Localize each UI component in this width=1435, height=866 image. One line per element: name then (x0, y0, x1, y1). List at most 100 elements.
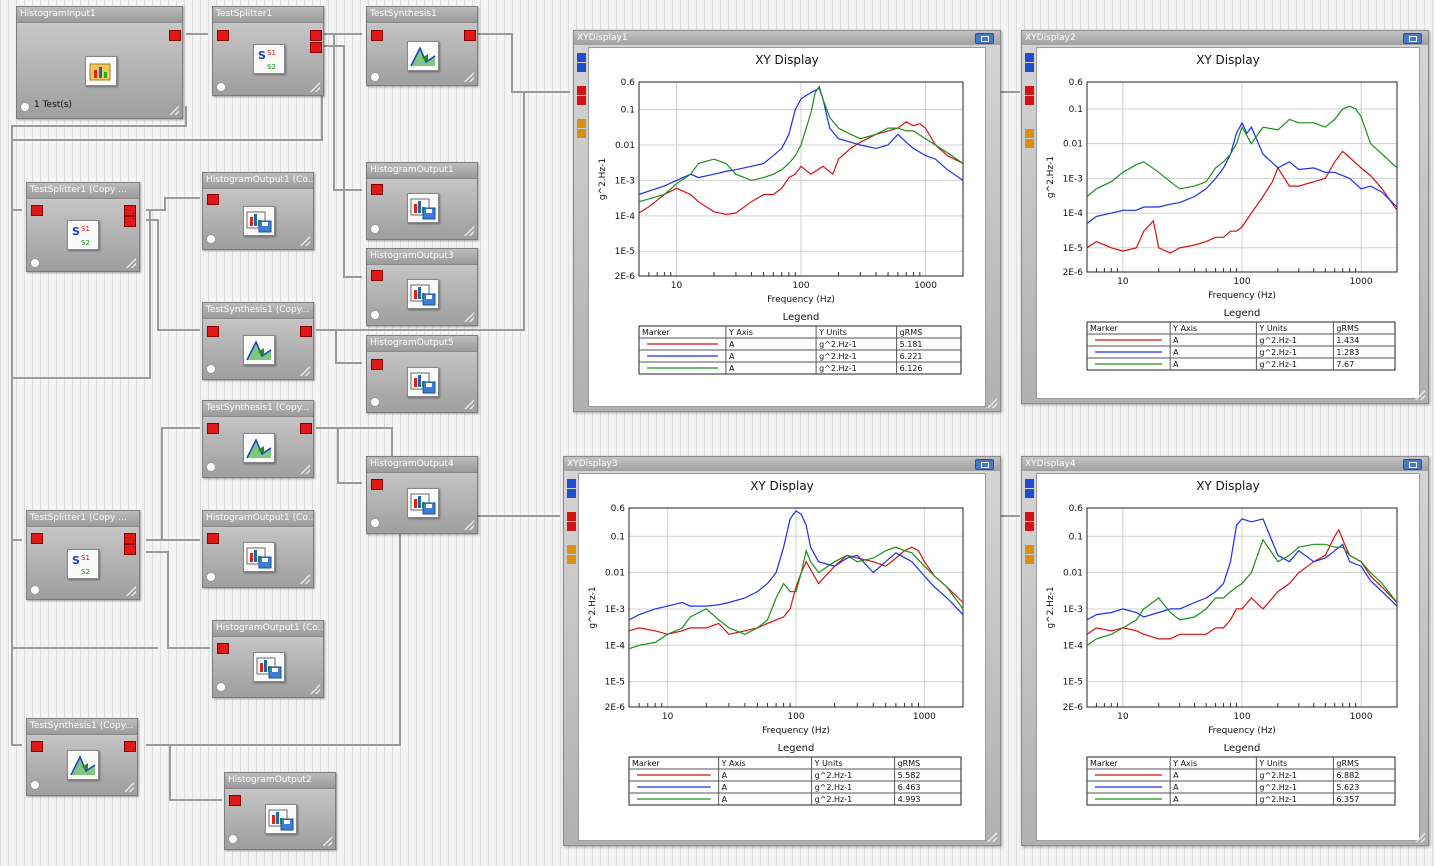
input-port[interactable] (577, 96, 586, 105)
xy-chart[interactable]: XY Display 0.6 0.1 0.01 1E-3 1E-4 1E-5 2E-6 10 10… (579, 474, 985, 840)
input-port[interactable] (207, 423, 219, 434)
node-histogram-output-1-copy-c[interactable]: HistogramOutput1 (Co... (212, 620, 324, 698)
output-port[interactable] (124, 544, 136, 555)
input-port[interactable] (31, 533, 43, 544)
resize-grip[interactable] (464, 312, 474, 322)
node-histogram-output-1-copy-b[interactable]: HistogramOutput1 (Co... (202, 510, 314, 588)
input-port[interactable] (1025, 522, 1034, 531)
input-port[interactable] (1025, 139, 1034, 148)
input-port[interactable] (1025, 53, 1034, 62)
input-port[interactable] (1025, 86, 1034, 95)
xy-plot-area[interactable]: XY Display 0.6 0.1 0.01 1E-3 1E-4 1E-5 2E-6 10 10… (1036, 47, 1420, 399)
resize-grip[interactable] (310, 82, 320, 92)
resize-grip[interactable] (124, 782, 134, 792)
node-test-synthesis-copy-a[interactable]: TestSynthesis1 (Copy... (202, 302, 314, 380)
input-port[interactable] (371, 479, 383, 490)
output-port[interactable] (124, 741, 136, 752)
node-test-synthesis-copy-b[interactable]: TestSynthesis1 (Copy... (202, 400, 314, 478)
node-test-synthesis-copy-c[interactable]: TestSynthesis1 (Copy... (26, 718, 138, 796)
input-port[interactable] (1025, 129, 1034, 138)
output-port[interactable] (464, 30, 476, 41)
xy-display-window[interactable]: XYDisplay2 XY Display 0.6 0.1 0.01 1E-3 1E-4 1… (1021, 30, 1429, 404)
resize-grip[interactable] (464, 226, 474, 236)
input-port[interactable] (1025, 555, 1034, 564)
input-port[interactable] (567, 512, 576, 521)
workflow-canvas[interactable]: HistogramInput1 1 Test(s) TestSplitter1 … (0, 0, 1435, 866)
restore-button[interactable] (1403, 459, 1422, 470)
resize-grip[interactable] (300, 464, 310, 474)
node-histogram-output-1[interactable]: HistogramOutput1 (366, 162, 478, 240)
output-port[interactable] (124, 216, 136, 227)
resize-grip[interactable] (464, 399, 474, 409)
node-histogram-output-2[interactable]: HistogramOutput2 (224, 772, 336, 850)
input-port[interactable] (567, 479, 576, 488)
input-port[interactable] (577, 63, 586, 72)
resize-grip[interactable] (126, 586, 136, 596)
node-histogram-output-3[interactable]: HistogramOutput3 (366, 248, 478, 326)
node-histogram-output-5[interactable]: HistogramOutput5 (366, 335, 478, 413)
input-port[interactable] (371, 184, 383, 195)
xy-chart[interactable]: XY Display 0.6 0.1 0.01 1E-3 1E-4 1E-5 2E-6 10 10… (1037, 48, 1419, 398)
input-port[interactable] (371, 359, 383, 370)
output-port[interactable] (310, 42, 322, 53)
resize-grip[interactable] (300, 574, 310, 584)
input-port[interactable] (207, 533, 219, 544)
node-test-splitter-1[interactable]: TestSplitter1 S S1 S2 (212, 6, 324, 96)
xy-plot-area[interactable]: XY Display 0.6 0.1 0.01 1E-3 1E-4 1E-5 2E-6 10 10… (578, 473, 986, 841)
node-histogram-output-4[interactable]: HistogramOutput4 (366, 456, 478, 534)
restore-button[interactable] (975, 459, 994, 470)
node-histogram-output-1-copy-a[interactable]: HistogramOutput1 (Co... (202, 172, 314, 250)
input-port[interactable] (577, 86, 586, 95)
node-test-splitter-copy-a[interactable]: TestSplitter1 (Copy ... S S1 S2 (26, 182, 140, 272)
output-port[interactable] (124, 205, 136, 216)
resize-grip[interactable] (464, 520, 474, 530)
input-port[interactable] (577, 53, 586, 62)
input-port[interactable] (1025, 512, 1034, 521)
input-port[interactable] (1025, 489, 1034, 498)
input-port[interactable] (567, 555, 576, 564)
resize-grip[interactable] (300, 366, 310, 376)
xy-display-window[interactable]: XYDisplay1 XY Display 0.6 0.1 0.01 1E-3 1E-4 1… (573, 30, 1001, 412)
node-histogram-input[interactable]: HistogramInput1 1 Test(s) (16, 6, 183, 119)
node-test-splitter-copy-b[interactable]: TestSplitter1 (Copy ... S S1 S2 (26, 510, 140, 600)
input-port[interactable] (229, 795, 241, 806)
input-port[interactable] (567, 545, 576, 554)
restore-button[interactable] (1403, 33, 1422, 44)
input-port[interactable] (577, 129, 586, 138)
xy-chart[interactable]: XY Display 0.6 0.1 0.01 1E-3 1E-4 1E-5 2E-6 10 10… (1037, 474, 1419, 840)
restore-button[interactable] (975, 33, 994, 44)
xy-display-window[interactable]: XYDisplay3 XY Display 0.6 0.1 0.01 1E-3 1E-4 1… (563, 456, 1001, 846)
output-port[interactable] (124, 533, 136, 544)
output-port[interactable] (169, 30, 181, 41)
input-port[interactable] (1025, 63, 1034, 72)
output-port[interactable] (300, 423, 312, 434)
node-test-synthesis-1[interactable]: TestSynthesis1 (366, 6, 478, 86)
input-port[interactable] (577, 119, 586, 128)
input-port[interactable] (1025, 545, 1034, 554)
xy-display-window[interactable]: XYDisplay4 XY Display 0.6 0.1 0.01 1E-3 1E-4 1… (1021, 456, 1429, 846)
xy-plot-area[interactable]: XY Display 0.6 0.1 0.01 1E-3 1E-4 1E-5 2E-6 10 10… (588, 47, 986, 407)
input-port[interactable] (1025, 96, 1034, 105)
input-port[interactable] (207, 194, 219, 205)
resize-grip[interactable] (1415, 390, 1425, 400)
output-port[interactable] (300, 326, 312, 337)
input-port[interactable] (217, 30, 229, 41)
input-port[interactable] (31, 205, 43, 216)
resize-grip[interactable] (169, 105, 179, 115)
xy-chart[interactable]: XY Display 0.6 0.1 0.01 1E-3 1E-4 1E-5 2E-6 10 10… (589, 48, 985, 406)
resize-grip[interactable] (322, 836, 332, 846)
input-port[interactable] (371, 270, 383, 281)
resize-grip[interactable] (464, 72, 474, 82)
input-port[interactable] (207, 326, 219, 337)
output-port[interactable] (310, 30, 322, 41)
input-port[interactable] (1025, 479, 1034, 488)
input-port[interactable] (567, 489, 576, 498)
resize-grip[interactable] (987, 398, 997, 408)
resize-grip[interactable] (1415, 832, 1425, 842)
resize-grip[interactable] (987, 832, 997, 842)
resize-grip[interactable] (310, 684, 320, 694)
input-port[interactable] (217, 643, 229, 654)
input-port[interactable] (371, 30, 383, 41)
input-port[interactable] (31, 741, 43, 752)
resize-grip[interactable] (126, 258, 136, 268)
